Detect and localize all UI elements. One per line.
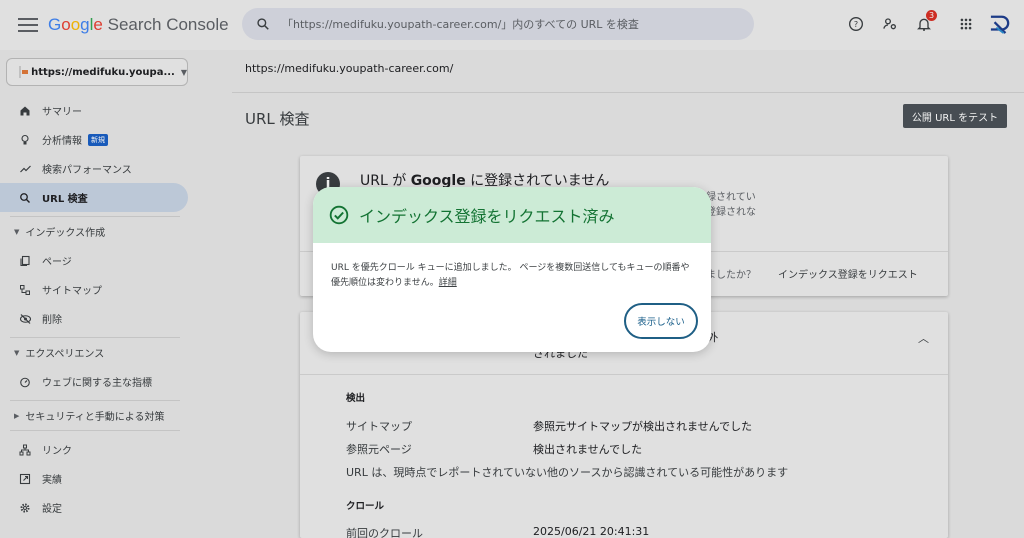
indexing-requested-dialog: インデックス登録をリクエスト済み URL を優先クロール キューに追加しました。…	[313, 187, 711, 352]
dialog-header: インデックス登録をリクエスト済み	[313, 187, 711, 243]
dialog-body: URL を優先クロール キューに追加しました。 ページを複数回送信してもキューの…	[331, 263, 690, 288]
learn-more-link[interactable]: 詳細	[439, 278, 457, 288]
dismiss-button[interactable]: 表示しない	[624, 303, 698, 339]
dialog-title: インデックス登録をリクエスト済み	[359, 207, 615, 226]
check-circle-icon	[329, 205, 349, 225]
